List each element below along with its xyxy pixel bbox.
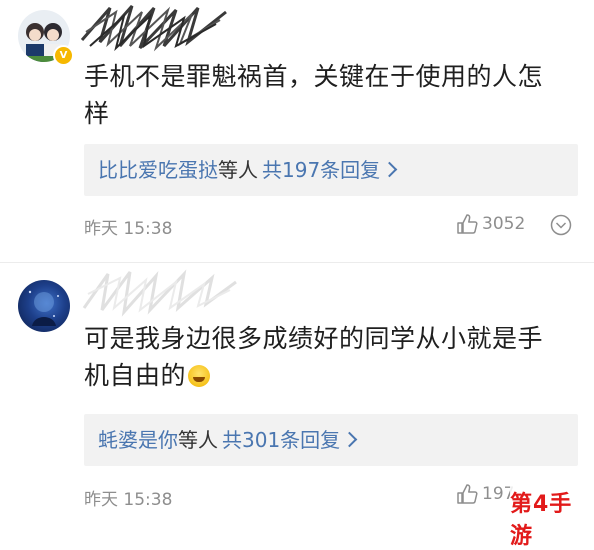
reply-count-link[interactable]: 共301条回复 — [222, 428, 340, 452]
username-redaction — [80, 5, 227, 52]
timestamp: 昨天 15:38 — [84, 219, 173, 239]
reply-mid-text: 等人 — [178, 428, 218, 452]
like-button[interactable]: 197 — [456, 484, 514, 504]
site-watermark-logo: 第4手游 — [510, 486, 590, 549]
chevron-right-icon — [341, 431, 358, 448]
comment-text-content: 可是我身边很多成绩好的同学从小就是手机自由的 — [84, 324, 544, 390]
laughing-emoji-icon — [188, 365, 211, 387]
replies-summary[interactable]: 比比爱吃蛋挞等人 共197条回复 — [84, 144, 578, 196]
reply-count-link[interactable]: 共197条回复 — [262, 158, 380, 182]
like-button[interactable]: 3052 — [456, 214, 525, 234]
timestamp: 昨天 15:38 — [84, 490, 173, 510]
comment-item: 可是我身边很多成绩好的同学从小就是手机自由的 蚝婆是你等人 共301条回复 昨天 … — [0, 262, 594, 521]
chevron-right-icon — [381, 161, 398, 178]
avatar[interactable] — [18, 280, 70, 332]
comment-text: 可是我身边很多成绩好的同学从小就是手机自由的 — [84, 320, 564, 394]
comment-text: 手机不是罪魁祸首，关键在于使用的人怎样 — [84, 62, 544, 128]
thumbs-up-icon — [457, 484, 478, 504]
username-redaction — [82, 269, 237, 317]
chevron-down-circle-icon — [550, 214, 572, 236]
like-count: 3052 — [482, 214, 526, 234]
reply-user-link[interactable]: 比比爱吃蛋挞 — [98, 158, 218, 182]
verified-badge-icon: V — [53, 45, 74, 66]
reply-user-link[interactable]: 蚝婆是你 — [98, 428, 178, 452]
reply-mid-text: 等人 — [218, 158, 258, 182]
replies-summary[interactable]: 蚝婆是你等人 共301条回复 — [84, 414, 578, 466]
more-options-button[interactable] — [550, 214, 572, 240]
comment-item: V 手机不是罪魁祸首，关键在于使用的人怎样 比比爱吃蛋挞等人 共197条回复 昨天… — [0, 0, 594, 262]
thumbs-up-icon — [457, 214, 478, 234]
